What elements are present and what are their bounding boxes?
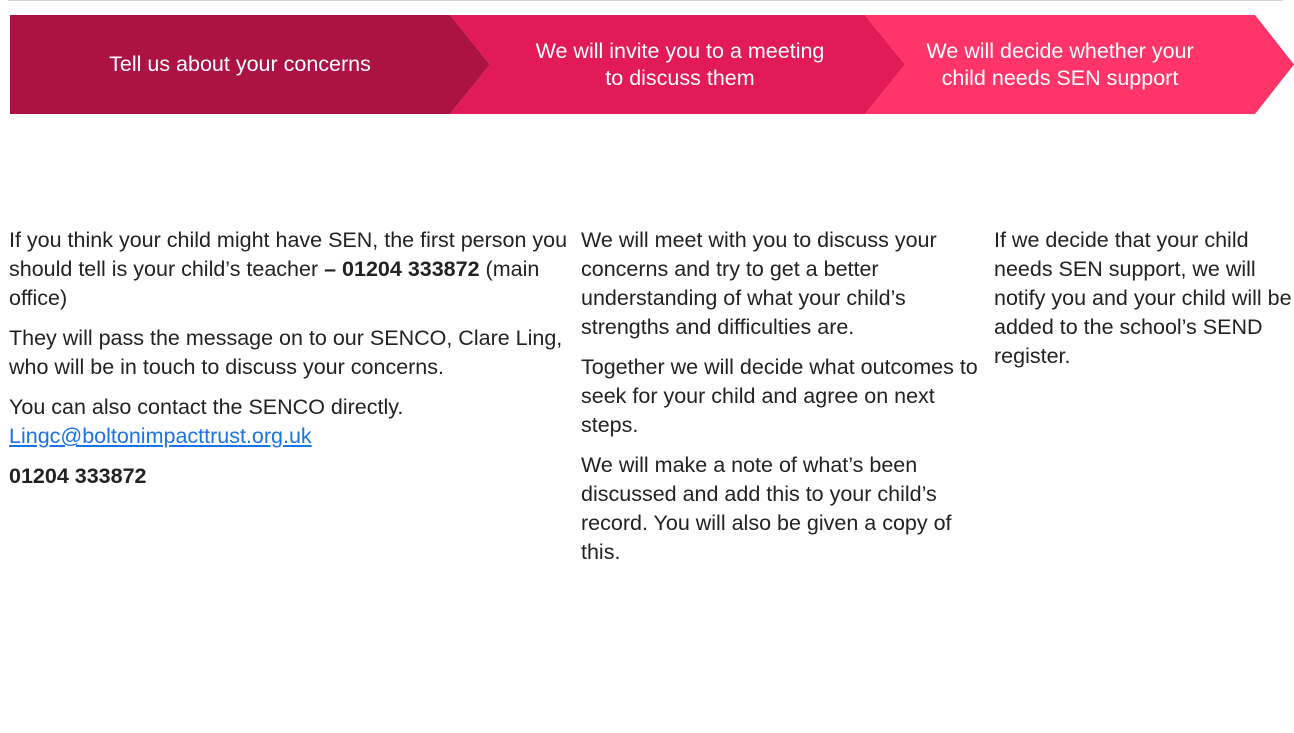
senco-phone: 01204 333872 (9, 464, 147, 488)
paragraph-contact-senco: You can also contact the SENCO directly.… (9, 393, 579, 451)
paragraph-note: We will make a note of what’s been discu… (581, 453, 952, 564)
step-3-line-2: child needs SEN support (941, 65, 1179, 90)
contact-senco-text: You can also contact the SENCO directly. (9, 395, 404, 419)
column-meeting: We will meet with you to discuss your co… (581, 226, 991, 578)
paragraph-pass-message: They will pass the message on to our SEN… (9, 326, 563, 379)
step-3-line-1: We will decide whether your (926, 38, 1194, 63)
tell-teacher-text: If you think your child might have SEN, … (9, 228, 568, 281)
paragraph-meet: We will meet with you to discuss your co… (581, 228, 937, 339)
step-1-label: Tell us about your concerns (10, 15, 470, 114)
senco-email-link[interactable]: Lingc@boltonimpacttrust.org.uk (9, 424, 312, 448)
paragraph-tell-teacher: If you think your child might have SEN, … (9, 226, 579, 313)
office-phone: – 01204 333872 (324, 257, 480, 281)
step-2-line-2: to discuss them (605, 65, 755, 90)
paragraph-decide: If we decide that your child needs SEN s… (994, 228, 1292, 368)
paragraph-outcomes: Together we will decide what outcomes to… (581, 355, 978, 437)
step-1-line-1: Tell us about your concerns (109, 52, 371, 76)
column-tell-us: If you think your child might have SEN, … (9, 226, 579, 502)
step-3-label: We will decide whether your child needs … (880, 15, 1240, 114)
process-banner: Tell us about your concerns We will invi… (10, 15, 1294, 114)
top-border (8, 0, 1283, 1)
column-decide: If we decide that your child needs SEN s… (994, 226, 1294, 382)
step-2-line-1: We will invite you to a meeting (535, 38, 825, 63)
step-2-label: We will invite you to a meeting to discu… (480, 15, 880, 114)
